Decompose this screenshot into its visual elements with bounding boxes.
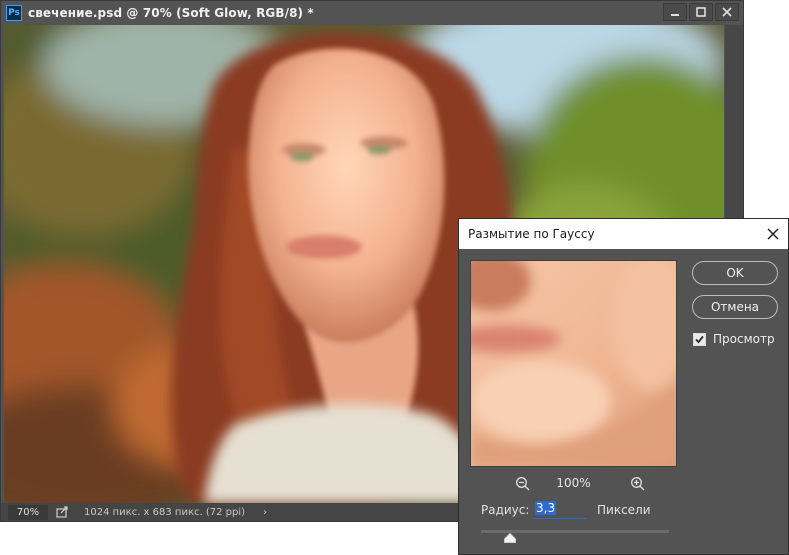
- checkmark-icon: [695, 335, 704, 343]
- radius-label: Радиус:: [481, 503, 530, 517]
- close-icon: [722, 7, 732, 17]
- share-icon[interactable]: [56, 506, 68, 518]
- preview-zoom-row: 100%: [470, 475, 677, 493]
- gaussian-blur-dialog: Размытие по Гауссу 100% Радиус: 3,3 Пикс…: [458, 218, 789, 555]
- cancel-button[interactable]: Отмена: [692, 295, 778, 319]
- zoom-level-field[interactable]: 70%: [8, 504, 48, 520]
- radius-unit-label: Пиксели: [597, 503, 651, 517]
- zoom-in-icon[interactable]: [630, 476, 646, 492]
- photoshop-logo-icon: Ps: [6, 5, 22, 21]
- dialog-title: Размытие по Гауссу: [468, 227, 595, 241]
- minimize-icon: [671, 14, 679, 16]
- maximize-button[interactable]: [689, 3, 713, 21]
- ok-button[interactable]: OK: [692, 261, 778, 285]
- minimize-button[interactable]: [663, 3, 687, 21]
- close-icon[interactable]: [765, 226, 781, 242]
- preview-label: Просмотр: [713, 332, 775, 346]
- dialog-titlebar[interactable]: Размытие по Гауссу: [459, 219, 788, 249]
- preview-checkbox[interactable]: [693, 332, 706, 346]
- window-controls: [663, 3, 739, 21]
- document-title: свечение.psd @ 70% (Soft Glow, RGB/8) *: [28, 6, 314, 20]
- preview-toggle[interactable]: Просмотр: [693, 332, 775, 346]
- document-titlebar[interactable]: Ps свечение.psd @ 70% (Soft Glow, RGB/8)…: [1, 1, 743, 25]
- blur-preview[interactable]: [470, 260, 677, 467]
- maximize-icon: [696, 7, 706, 17]
- status-menu-arrow-icon[interactable]: ›: [263, 507, 267, 518]
- document-info: 1024 пикс. x 683 пикс. (72 ppi): [84, 506, 246, 518]
- radius-value: 3,3: [535, 501, 557, 515]
- preview-chin-closeup: [471, 261, 676, 466]
- slider-thumb-icon[interactable]: [504, 533, 516, 543]
- radius-input[interactable]: 3,3: [533, 501, 587, 519]
- close-window-button[interactable]: [715, 3, 739, 21]
